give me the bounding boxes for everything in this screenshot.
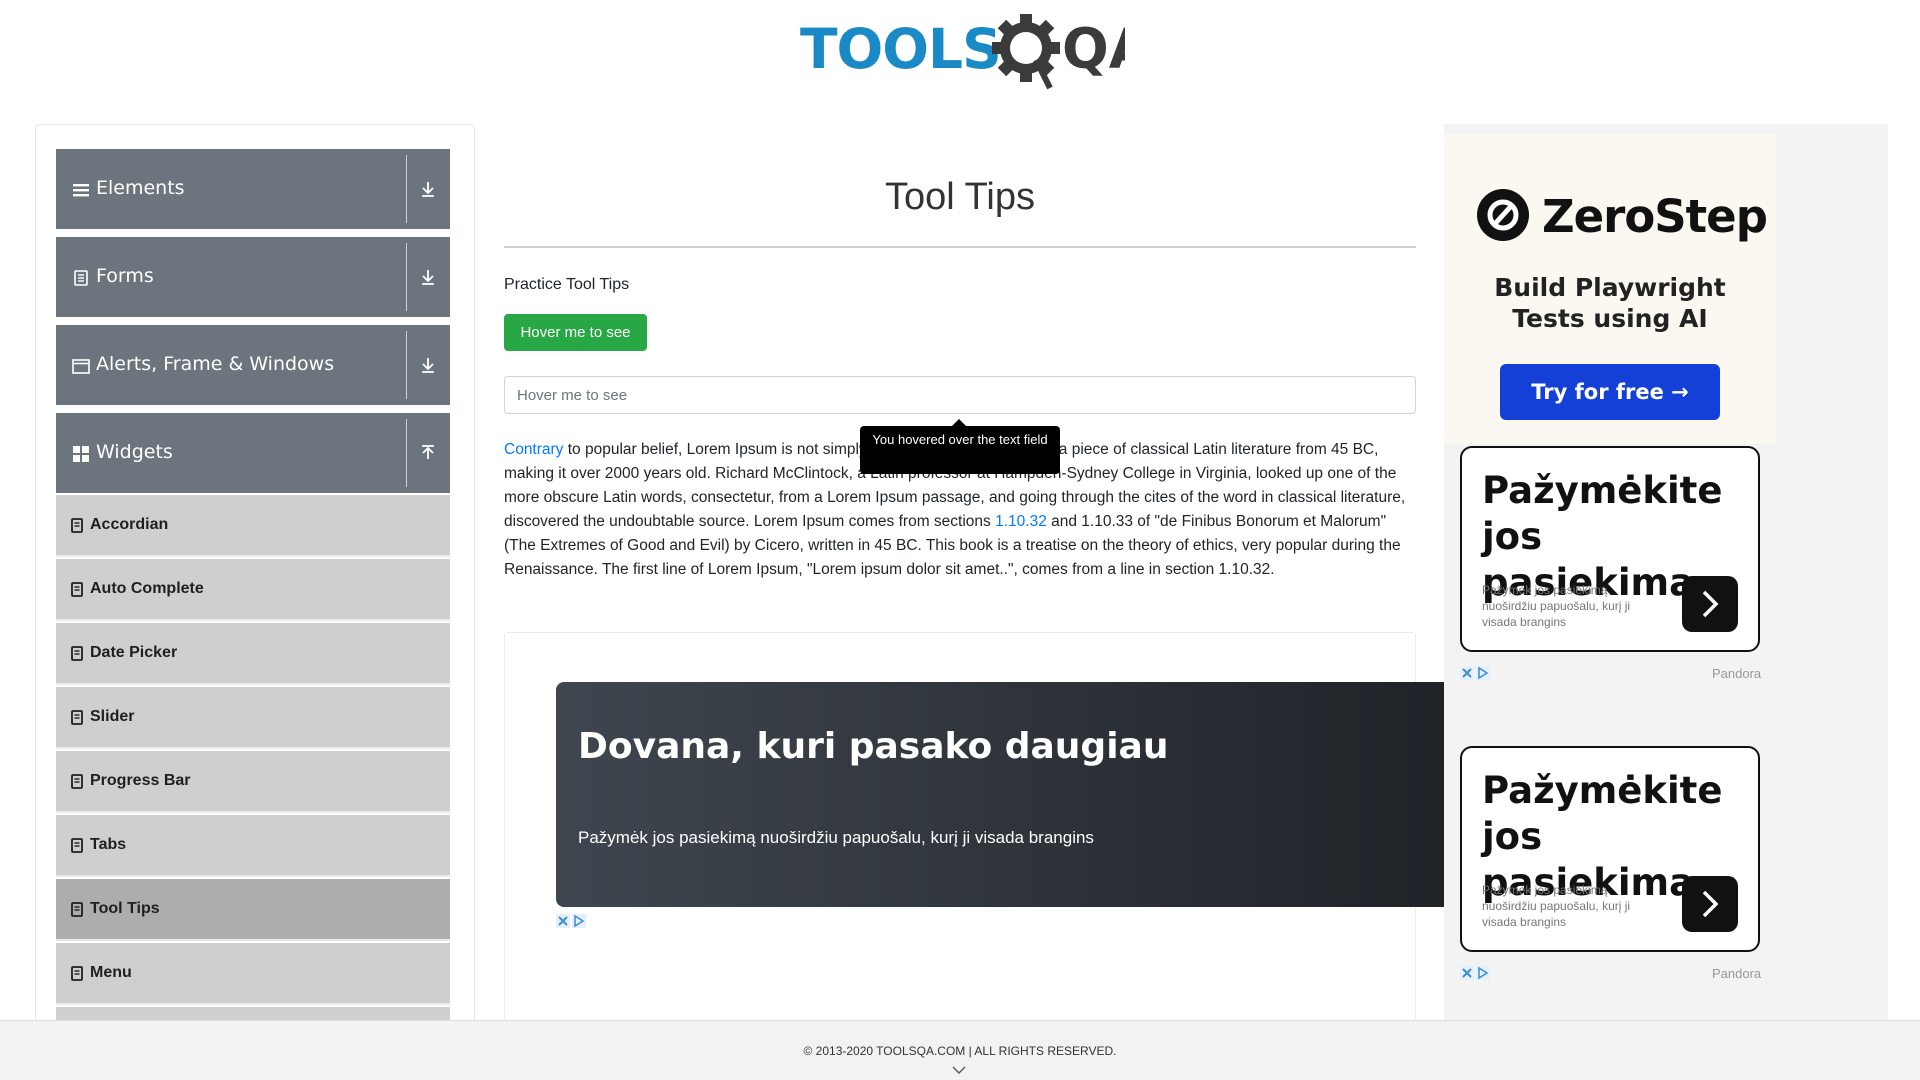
pandora-ad-card[interactable]: Pažymėkite jos pasiekimą Pažymėk jos pas…	[1460, 446, 1760, 652]
practice-label: Practice Tool Tips	[504, 276, 630, 293]
try-for-free-button[interactable]: Try for free →	[1500, 364, 1720, 420]
chevron-right-icon	[1702, 890, 1719, 918]
pandora-ad-subtitle: Pažymėk jos pasiekimą nuoširdžiu papuoša…	[1482, 883, 1631, 929]
zerostep-ad[interactable]: ZeroStep Build Playwright Tests using AI…	[1444, 134, 1776, 444]
right-ad-column: ZeroStep Build Playwright Tests using AI…	[1444, 124, 1888, 1024]
pandora-ad-next-button[interactable]	[1682, 876, 1738, 932]
ad-banner-title: Dovana, kuri pasako daugiau	[578, 726, 1169, 767]
sidebar-item-label: Auto Complete	[90, 580, 204, 597]
site-header: TOOLS QA	[0, 0, 1920, 100]
group-divider	[406, 419, 407, 487]
group-label-forms: Forms	[96, 265, 154, 287]
group-header-widgets[interactable]: Widgets	[56, 413, 450, 493]
item-doc-icon	[71, 710, 83, 725]
contrary-link[interactable]: Contrary	[504, 441, 563, 458]
logo-text-tools: TOOLS	[800, 17, 1001, 81]
document-icon	[74, 270, 88, 286]
sidebar-item-label: Tool Tips	[90, 900, 160, 917]
footer-copyright: © 2013-2020 TOOLSQA.COM | ALL RIGHTS RES…	[803, 1044, 1117, 1058]
group-header-forms[interactable]: Forms	[56, 237, 450, 317]
tooltip-text: You hovered over the text field	[860, 426, 1060, 474]
sidebar-item-label: Accordian	[90, 516, 169, 533]
pandora-ad-next-button[interactable]	[1682, 576, 1738, 632]
zerostep-tagline-line2: Tests using AI	[1512, 304, 1708, 333]
group-label-alerts: Alerts, Frame & Windows	[96, 353, 335, 375]
zerostep-tagline-line1: Build Playwright	[1494, 273, 1726, 302]
ad-banner-subtitle: Pažymėk jos pasiekimą nuoširdžiu papuoša…	[578, 828, 1094, 847]
pandora-ad-title-line1: Pažymėkite	[1482, 469, 1723, 512]
sidebar-item-accordian[interactable]: Accordian	[56, 495, 450, 557]
item-doc-icon	[71, 902, 83, 917]
hover-me-input[interactable]	[504, 376, 1416, 414]
group-label-widgets: Widgets	[96, 441, 173, 463]
ad-choices-icon[interactable]	[556, 914, 586, 928]
footer: © 2013-2020 TOOLSQA.COM | ALL RIGHTS RES…	[0, 1020, 1920, 1080]
item-doc-icon	[71, 582, 83, 597]
group-label-elements: Elements	[96, 177, 185, 199]
left-panel: Elements Forms Alerts, Frame & Windows W…	[35, 124, 475, 1024]
sidebar-item-progress-bar[interactable]: Progress Bar	[56, 751, 450, 813]
pandora-brand-label: Pandora	[1712, 666, 1762, 681]
page-title: Tool Tips	[885, 176, 1035, 218]
group-divider	[406, 155, 407, 223]
group-divider	[406, 331, 407, 399]
sidebar-item-tool-tips[interactable]: Tool Tips	[56, 879, 450, 941]
sidebar-item-slider[interactable]: Slider	[56, 687, 450, 749]
zerostep-logo-icon	[1477, 189, 1529, 241]
ad-banner[interactable]: Dovana, kuri pasako daugiau Pažymėk jos …	[556, 682, 1452, 907]
zerostep-tagline: Build Playwright Tests using AI	[1444, 272, 1776, 334]
item-doc-icon	[71, 838, 83, 853]
zerostep-name: ZeroStep	[1542, 190, 1768, 243]
sidebar-item-auto-complete[interactable]: Auto Complete	[56, 559, 450, 621]
sidebar-item-date-picker[interactable]: Date Picker	[56, 623, 450, 685]
group-header-elements[interactable]: Elements	[56, 149, 450, 229]
pandora-ad-title-line1: Pažymėkite	[1482, 769, 1723, 812]
ad-choices-icon[interactable]	[1460, 966, 1490, 980]
item-doc-icon	[71, 646, 83, 661]
sidebar-item-label: Tabs	[90, 836, 127, 853]
section-link[interactable]: 1.10.32	[995, 513, 1047, 530]
sidebar-item-menu[interactable]: Menu	[56, 943, 450, 1005]
title-divider	[504, 246, 1416, 248]
tooltip-arrow	[952, 419, 966, 426]
hover-me-button[interactable]: Hover me to see	[504, 314, 647, 351]
item-doc-icon	[71, 518, 83, 533]
group-divider	[406, 243, 407, 311]
sidebar-item-label: Slider	[90, 708, 135, 725]
ad-choices-icon[interactable]	[1460, 666, 1490, 680]
sidebar-item-tabs[interactable]: Tabs	[56, 815, 450, 877]
item-doc-icon	[71, 774, 83, 789]
widgets-grid-icon	[73, 446, 89, 462]
sidebar-item-label: Date Picker	[90, 644, 178, 661]
chevron-right-icon	[1702, 590, 1719, 618]
pandora-brand-label: Pandora	[1712, 966, 1762, 981]
download-icon[interactable]	[418, 267, 438, 287]
group-header-alerts[interactable]: Alerts, Frame & Windows	[56, 325, 450, 405]
download-icon[interactable]	[418, 355, 438, 375]
sidebar-item-label: Menu	[90, 964, 132, 981]
gear-icon	[992, 14, 1060, 90]
download-icon[interactable]	[418, 179, 438, 199]
logo-text-qa: QA	[1062, 17, 1125, 81]
upload-icon[interactable]	[418, 443, 438, 463]
sidebar-item-label: Progress Bar	[90, 772, 191, 789]
pandora-ad-card[interactable]: Pažymėkite jos pasiekimą Pažymėk jos pas…	[1460, 746, 1760, 952]
chevron-down-icon[interactable]	[952, 1065, 966, 1075]
window-icon	[72, 359, 90, 374]
item-doc-icon	[71, 966, 83, 981]
toolsqa-logo[interactable]: TOOLS QA	[800, 14, 1125, 92]
pandora-ad-subtitle: Pažymėk jos pasiekimą nuoširdžiu papuoša…	[1482, 583, 1631, 629]
hamburger-icon	[73, 184, 89, 197]
